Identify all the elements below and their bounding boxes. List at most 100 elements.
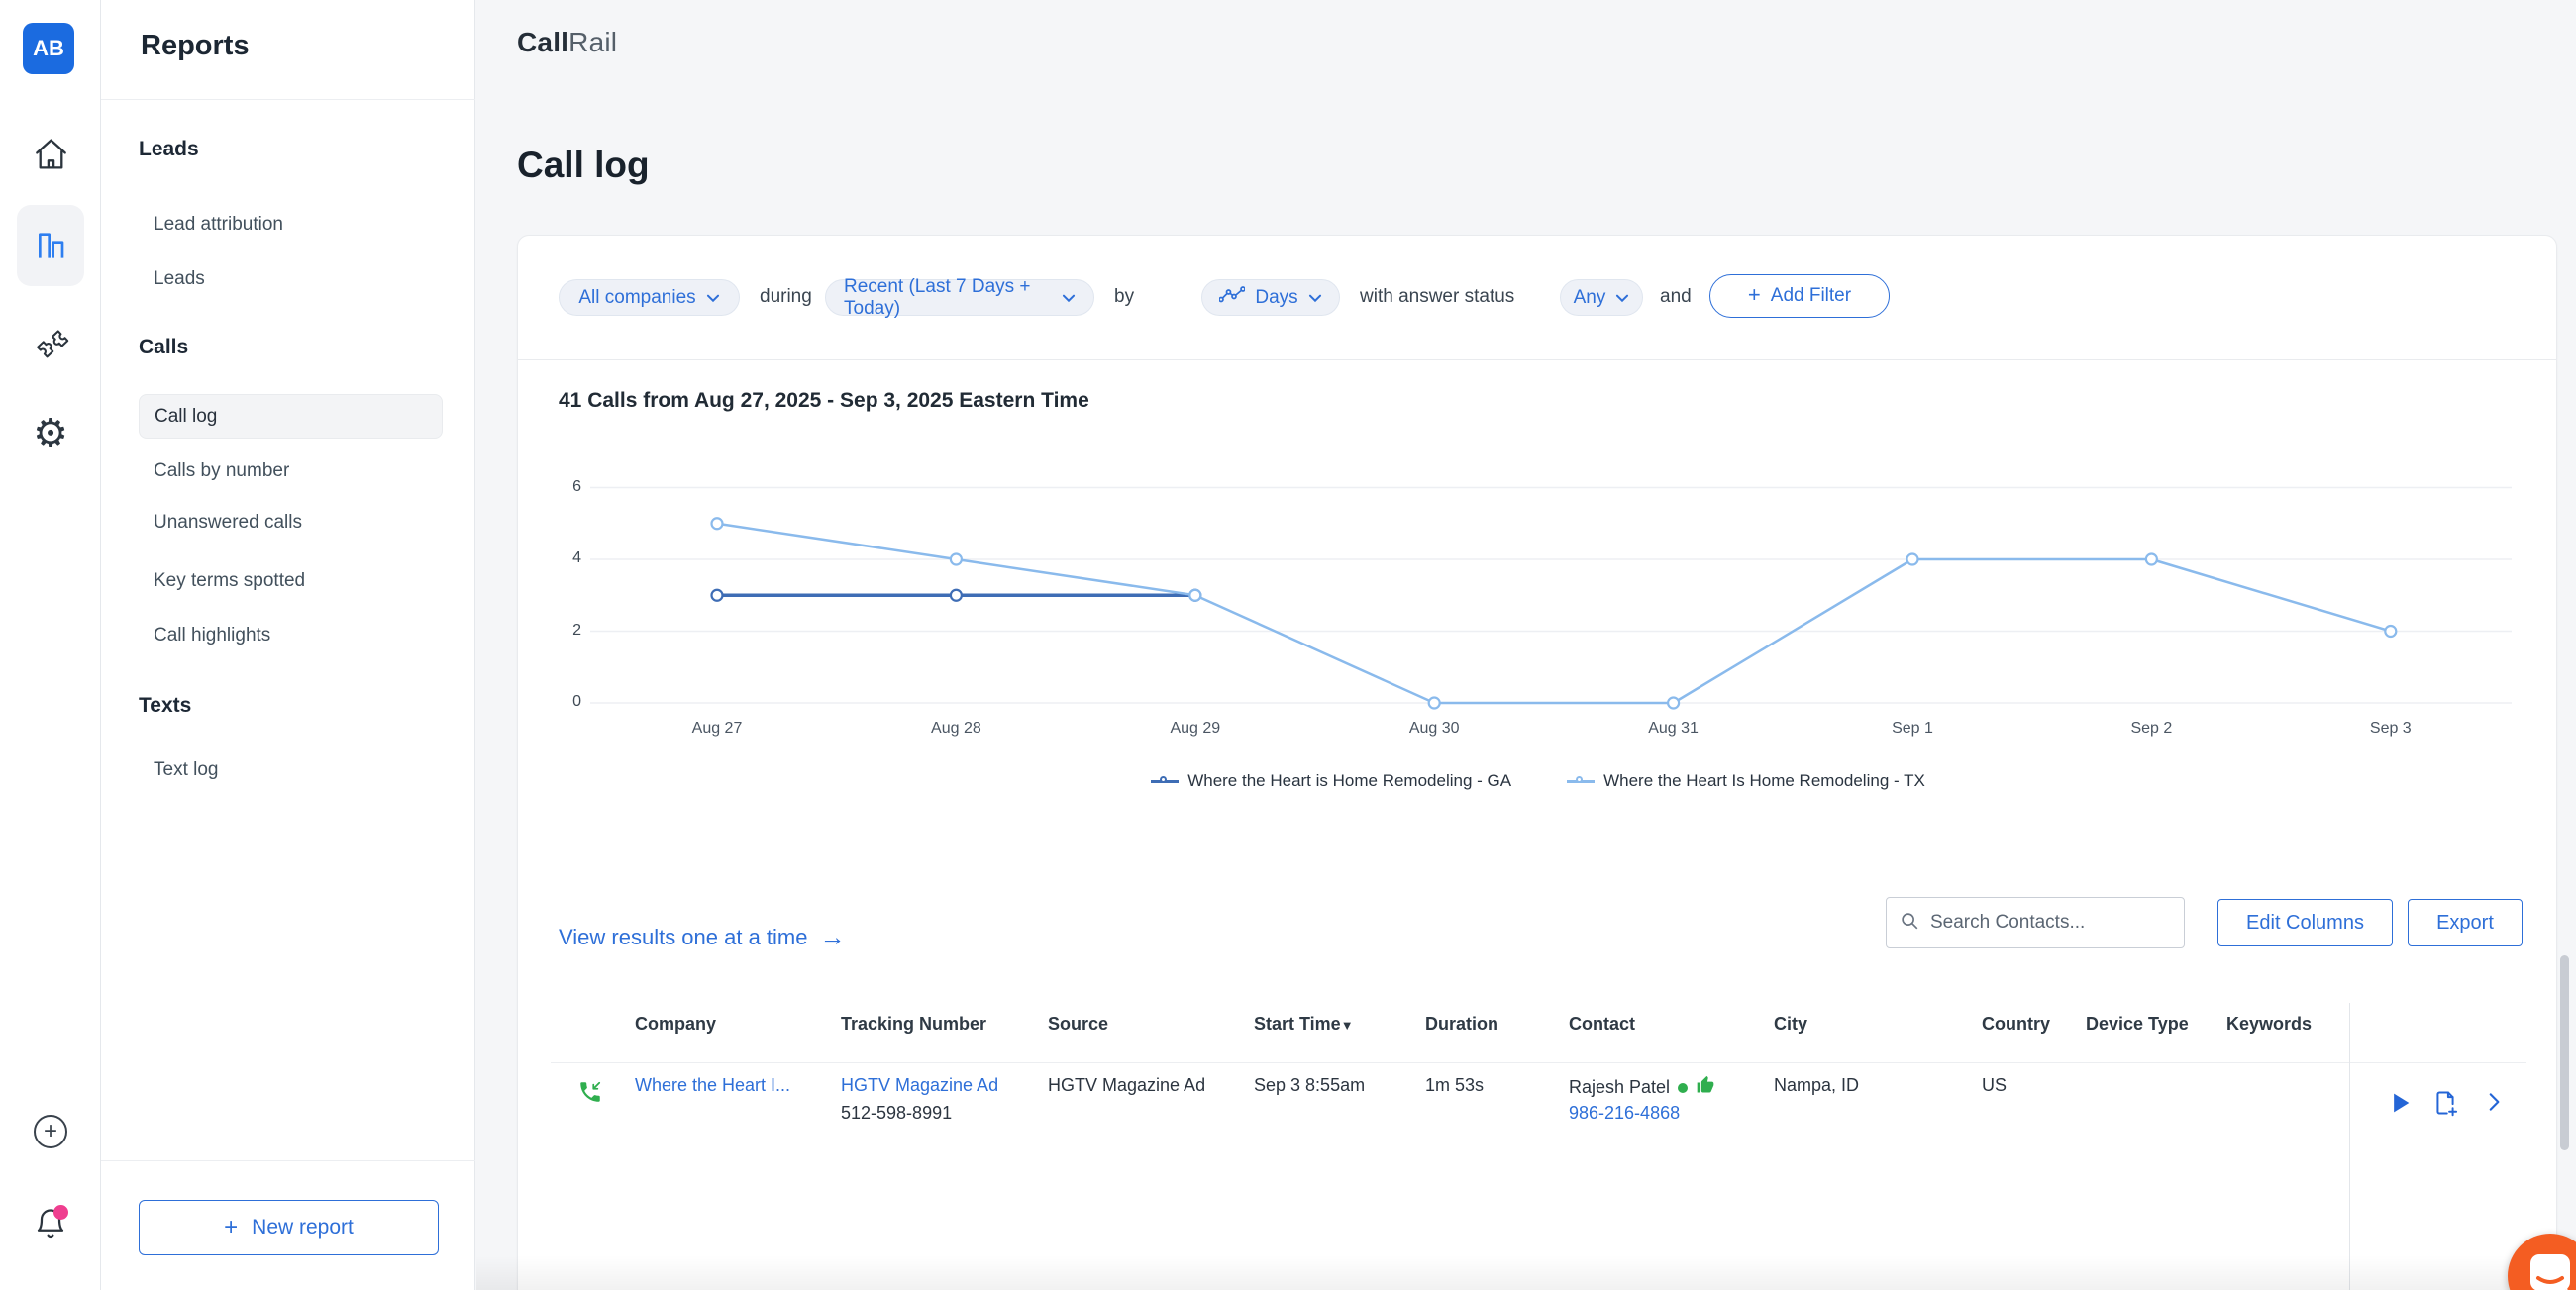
logo-bold: Call <box>517 27 568 57</box>
new-report-label: New report <box>252 1216 354 1240</box>
city-cell: Nampa, ID <box>1774 1075 1859 1096</box>
callrail-call-log-page: AB ⚙ <box>0 0 2576 1290</box>
chart-legend: Where the Heart is Home Remodeling - GA … <box>518 771 2558 791</box>
answer-status-value: Any <box>1574 287 1606 309</box>
add-filter-button[interactable]: + Add Filter <box>1709 274 1890 318</box>
settings-nav-button[interactable]: ⚙ <box>0 414 101 453</box>
start-time-cell: Sep 3 8:55am <box>1254 1075 1365 1096</box>
line-chart-icon <box>1219 286 1245 309</box>
expand-row-chevron[interactable] <box>2481 1089 2511 1119</box>
sidebar-item-lead-attribution[interactable]: Lead attribution <box>154 214 283 236</box>
reports-nav-button[interactable] <box>17 205 84 286</box>
legend-marker-icon <box>1151 776 1179 787</box>
granularity-value: Days <box>1255 287 1297 309</box>
sidebar-item-call-highlights[interactable]: Call highlights <box>154 625 270 646</box>
sidebar-item-leads[interactable]: Leads <box>154 268 205 290</box>
column-header-keywords[interactable]: Keywords <box>2226 1014 2312 1035</box>
search-icon <box>1899 910 1920 937</box>
y-axis-tick: 4 <box>556 549 581 567</box>
notification-badge <box>53 1205 68 1220</box>
integrations-nav-button[interactable] <box>0 324 101 366</box>
sidebar-item-key-terms-spotted[interactable]: Key terms spotted <box>154 570 305 592</box>
contact-name: Rajesh Patel <box>1569 1077 1670 1098</box>
legend-item-tx: Where the Heart Is Home Remodeling - TX <box>1567 771 1925 791</box>
view-results-link[interactable]: View results one at a time → <box>559 922 846 952</box>
chat-bubble-icon <box>2530 1254 2570 1290</box>
new-report-button[interactable]: + New report <box>139 1200 439 1255</box>
sidebar-item-calls-by-number[interactable]: Calls by number <box>154 460 289 482</box>
company-filter-value: All companies <box>578 287 695 309</box>
play-recording-button[interactable] <box>2386 1089 2416 1119</box>
home-nav-button[interactable] <box>0 136 101 177</box>
add-note-button[interactable] <box>2431 1089 2461 1119</box>
x-axis-tick: Sep 2 <box>2092 720 2211 738</box>
answer-status-dropdown[interactable]: Any <box>1560 279 1643 316</box>
gear-icon: ⚙ <box>33 414 68 453</box>
x-axis-tick: Sep 1 <box>1853 720 1972 738</box>
contact-phone-link[interactable]: 986-216-4868 <box>1569 1103 1680 1124</box>
y-axis-tick: 0 <box>556 693 581 711</box>
company-link[interactable]: Where the Heart I... <box>635 1075 790 1096</box>
country-cell: US <box>1982 1075 2007 1096</box>
source-cell: HGTV Magazine Ad <box>1048 1075 1205 1096</box>
edit-columns-button[interactable]: Edit Columns <box>2217 899 2393 946</box>
puzzle-icon <box>32 324 69 366</box>
calls-line-chart: 0246Aug 27Aug 28Aug 29Aug 30Aug 31Sep 1S… <box>556 466 2526 763</box>
search-contacts-box <box>1886 897 2185 948</box>
reports-sidebar: Reports Leads Lead attribution Leads Cal… <box>101 0 475 1290</box>
column-header-device-type[interactable]: Device Type <box>2086 1014 2189 1035</box>
sidebar-item-text-log[interactable]: Text log <box>154 759 218 781</box>
column-header-duration[interactable]: Duration <box>1425 1014 1498 1035</box>
notifications-button[interactable] <box>0 1206 101 1246</box>
icon-rail: AB ⚙ <box>0 0 101 1290</box>
column-header-country[interactable]: Country <box>1982 1014 2050 1035</box>
chevron-down-icon <box>1062 287 1076 309</box>
actions-column-divider <box>2349 1003 2350 1290</box>
chevron-down-icon <box>1308 287 1322 309</box>
sidebar-title: Reports <box>141 30 250 62</box>
export-button[interactable]: Export <box>2408 899 2523 946</box>
sidebar-item-unanswered-calls[interactable]: Unanswered calls <box>154 512 302 534</box>
sidebar-divider-bottom <box>101 1160 475 1161</box>
sort-desc-icon: ▼ <box>1341 1018 1354 1033</box>
arrow-right-icon: → <box>820 922 846 952</box>
content-card: All companies during Recent (Last 7 Days… <box>517 235 2557 1290</box>
column-header-start-time[interactable]: Start Time▼ <box>1254 1014 1354 1035</box>
page-title: Call log <box>517 145 650 186</box>
chevron-down-icon <box>706 287 720 309</box>
table-header-divider <box>551 1062 2526 1063</box>
vertical-scrollbar-thumb[interactable] <box>2560 955 2569 1150</box>
column-header-company[interactable]: Company <box>635 1014 716 1035</box>
tracking-number-link[interactable]: HGTV Magazine Ad <box>841 1075 998 1096</box>
section-label-texts: Texts <box>139 694 191 718</box>
legend-item-ga: Where the Heart is Home Remodeling - GA <box>1151 771 1511 791</box>
x-axis-tick: Sep 3 <box>2331 720 2450 738</box>
by-label: by <box>1114 286 1134 308</box>
granularity-dropdown[interactable]: Days <box>1201 279 1340 316</box>
legend-label: Where the Heart is Home Remodeling - GA <box>1187 771 1511 791</box>
column-header-city[interactable]: City <box>1774 1014 1807 1035</box>
company-filter-dropdown[interactable]: All companies <box>559 279 740 316</box>
y-axis-tick: 6 <box>556 478 581 496</box>
section-label-leads: Leads <box>139 138 199 161</box>
column-header-contact[interactable]: Contact <box>1569 1014 1635 1035</box>
add-button[interactable]: + <box>0 1115 101 1148</box>
date-range-value: Recent (Last 7 Days + Today) <box>844 276 1052 320</box>
section-label-calls: Calls <box>139 336 188 359</box>
tracking-number-value: 512-598-8991 <box>841 1103 952 1124</box>
answer-status-label: with answer status <box>1360 286 1514 308</box>
date-range-dropdown[interactable]: Recent (Last 7 Days + Today) <box>825 279 1094 316</box>
search-contacts-input[interactable] <box>1930 912 2158 934</box>
sidebar-item-call-log[interactable]: Call log <box>139 394 443 439</box>
home-icon <box>33 136 69 177</box>
x-axis-tick: Aug 28 <box>896 720 1015 738</box>
plus-icon: + <box>224 1214 238 1241</box>
legend-label: Where the Heart Is Home Remodeling - TX <box>1603 771 1925 791</box>
chart-title: 41 Calls from Aug 27, 2025 - Sep 3, 2025… <box>559 389 1089 413</box>
column-header-tracking-number[interactable]: Tracking Number <box>841 1014 986 1035</box>
avatar[interactable]: AB <box>23 23 74 74</box>
plus-icon: + <box>1748 282 1761 308</box>
filter-section-divider <box>518 359 2556 360</box>
and-label: and <box>1660 286 1692 308</box>
column-header-source[interactable]: Source <box>1048 1014 1108 1035</box>
